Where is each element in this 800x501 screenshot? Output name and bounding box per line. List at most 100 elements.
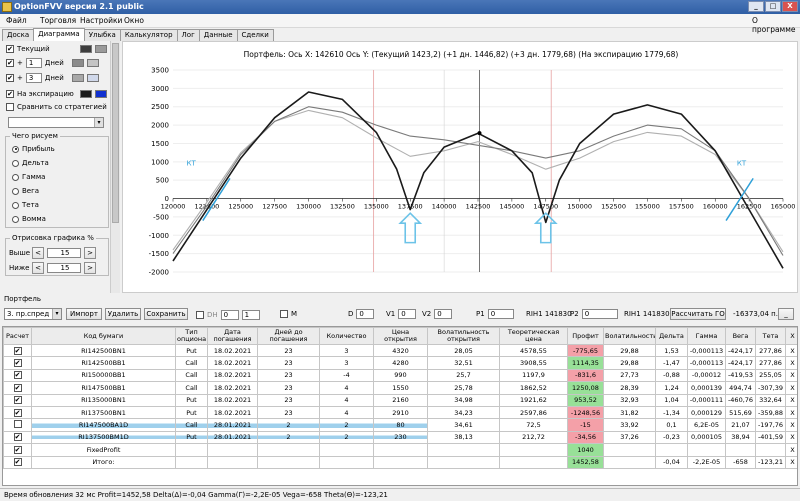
calculate-go-button[interactable]: Рассчитать ГО bbox=[670, 308, 726, 320]
day1-input[interactable]: 1 bbox=[25, 58, 42, 68]
scrollbar-thumb[interactable] bbox=[112, 43, 119, 223]
above-increase-button[interactable]: > bbox=[84, 247, 96, 259]
strategy-dropdown[interactable]: 3. пр.спред ▾ bbox=[4, 308, 62, 320]
menu-about[interactable]: О программе bbox=[752, 16, 800, 34]
radio-gamma-row[interactable]: Гамма bbox=[12, 173, 45, 181]
calc-checkbox-cell[interactable]: ✔ bbox=[3, 356, 32, 370]
table-row[interactable]: RI147500BA1D Call 28.01.2021 2 2 80 34,61 72,5-… bbox=[3, 418, 797, 432]
column-header[interactable]: Тета bbox=[755, 327, 786, 345]
dh-input-a[interactable]: 0 bbox=[220, 310, 239, 320]
day3-color-swatch[interactable] bbox=[71, 74, 84, 82]
above-input[interactable]: 15 bbox=[47, 248, 81, 258]
tab-smile[interactable]: Улыбка bbox=[83, 29, 121, 41]
minimize-button[interactable]: _ bbox=[748, 1, 764, 12]
minimize-panel-button[interactable]: _ bbox=[778, 308, 794, 320]
calc-checkbox[interactable]: ✔ bbox=[13, 445, 22, 454]
column-header[interactable]: Количество bbox=[319, 327, 374, 345]
radio-vega-row[interactable]: Вега bbox=[12, 187, 39, 195]
radio-vomma-row[interactable]: Вомма bbox=[12, 215, 46, 223]
tab-deals[interactable]: Сделки bbox=[236, 29, 274, 41]
below-increase-button[interactable]: > bbox=[84, 262, 96, 274]
column-header[interactable]: Код бумаги bbox=[31, 327, 176, 345]
expiry-color-swatch-2[interactable] bbox=[95, 90, 107, 98]
table-row[interactable]: ✔ RI137500BN1 Put 18.02.2021 23 4 2910 34,23 259… bbox=[3, 405, 797, 420]
p1-input[interactable]: 0 bbox=[487, 309, 514, 319]
table-row[interactable]: ✔ Итого: 1452,58 -0,04 -2,2E-05 -658 -123,21 X bbox=[3, 455, 797, 469]
radio-vega[interactable] bbox=[12, 187, 19, 195]
p2-input[interactable]: 0 bbox=[581, 309, 618, 319]
radio-vomma[interactable] bbox=[12, 215, 19, 223]
calc-checkbox-cell[interactable]: ✔ bbox=[3, 381, 32, 395]
column-header[interactable]: X bbox=[785, 327, 797, 345]
m-checkbox[interactable] bbox=[280, 310, 288, 318]
dh-checkbox[interactable] bbox=[196, 311, 204, 319]
calc-checkbox[interactable]: ✔ bbox=[13, 371, 22, 380]
table-row[interactable]: ✔ RI142500BN1 Put 18.02.2021 23 3 4320 28,05 457… bbox=[3, 343, 797, 358]
below-decrease-button[interactable]: < bbox=[32, 262, 44, 274]
delete-row-button[interactable]: X bbox=[785, 455, 797, 469]
day1-color-swatch[interactable] bbox=[71, 59, 84, 67]
day3-checkbox[interactable]: ✔ bbox=[6, 74, 14, 82]
table-row[interactable]: ✔ FixedProfit 1040 X bbox=[3, 443, 797, 457]
delete-row-button[interactable]: X bbox=[785, 393, 797, 407]
calc-checkbox[interactable] bbox=[13, 420, 22, 429]
day1-checkbox[interactable]: ✔ bbox=[6, 59, 14, 67]
calc-checkbox[interactable]: ✔ bbox=[13, 346, 22, 355]
menu-file[interactable]: Файл bbox=[6, 16, 27, 25]
table-row[interactable]: ✔ RI142500BB1 Call 18.02.2021 23 3 4280 32,51 39… bbox=[3, 356, 797, 370]
compare-checkbox[interactable] bbox=[6, 103, 14, 111]
calc-checkbox[interactable]: ✔ bbox=[13, 458, 22, 467]
calc-checkbox-cell[interactable]: ✔ bbox=[3, 343, 32, 358]
tab-board[interactable]: Доска bbox=[2, 29, 35, 41]
calc-checkbox-cell[interactable]: ✔ bbox=[3, 405, 32, 420]
menu-settings[interactable]: Настройки bbox=[80, 16, 122, 25]
table-row[interactable]: ✔ RI137500BM1D Put 28.01.2021 2 2 230 38,13 212,… bbox=[3, 430, 797, 445]
v2-input[interactable]: 0 bbox=[434, 309, 453, 319]
column-header[interactable]: Тип опциона bbox=[175, 327, 208, 345]
calc-checkbox-cell[interactable]: ✔ bbox=[3, 443, 32, 457]
calc-checkbox[interactable]: ✔ bbox=[13, 408, 22, 417]
delete-row-button[interactable]: X bbox=[785, 405, 797, 420]
calc-checkbox[interactable]: ✔ bbox=[13, 383, 22, 392]
current-color-swatch[interactable] bbox=[80, 45, 92, 53]
tab-log[interactable]: Лог bbox=[176, 29, 200, 41]
delete-row-button[interactable]: X bbox=[785, 381, 797, 395]
radio-profit-row[interactable]: Прибыль bbox=[12, 145, 55, 153]
column-header[interactable]: Цена открытия bbox=[373, 327, 428, 345]
calc-checkbox-cell[interactable]: ✔ bbox=[3, 368, 32, 383]
column-header[interactable]: Волатильность открытия bbox=[427, 327, 500, 345]
import-button[interactable]: Импорт bbox=[66, 308, 102, 320]
table-row[interactable]: ✔ RI150000BB1 Call 18.02.2021 23 -4 990 25,7 119… bbox=[3, 368, 797, 383]
delete-row-button[interactable]: X bbox=[785, 418, 797, 432]
delete-row-button[interactable]: X bbox=[785, 368, 797, 383]
delete-row-button[interactable]: X bbox=[785, 443, 797, 457]
radio-theta-row[interactable]: Тета bbox=[12, 201, 39, 209]
delete-button[interactable]: Удалить bbox=[105, 308, 141, 320]
day1-color-swatch-2[interactable] bbox=[86, 59, 99, 67]
calc-checkbox[interactable]: ✔ bbox=[13, 359, 22, 368]
calc-checkbox[interactable]: ✔ bbox=[13, 396, 22, 405]
calc-checkbox-cell[interactable]: ✔ bbox=[3, 455, 32, 469]
table-row[interactable]: ✔ RI147500BB1 Call 18.02.2021 23 4 1550 25,78 18… bbox=[3, 381, 797, 395]
calc-checkbox[interactable]: ✔ bbox=[13, 433, 22, 442]
radio-gamma[interactable] bbox=[12, 173, 19, 181]
radio-delta-row[interactable]: Дельта bbox=[12, 159, 49, 167]
maximize-button[interactable]: □ bbox=[765, 1, 781, 12]
column-header[interactable]: Гамма bbox=[687, 327, 726, 345]
v1-input[interactable]: 0 bbox=[398, 309, 417, 319]
close-button[interactable]: X bbox=[782, 1, 798, 12]
menu-trade[interactable]: Торговля bbox=[40, 16, 76, 25]
delete-row-button[interactable]: X bbox=[785, 356, 797, 370]
column-header[interactable]: Вега bbox=[725, 327, 756, 345]
column-header[interactable]: Профит bbox=[567, 327, 604, 345]
column-header[interactable]: Расчет bbox=[3, 327, 32, 345]
column-header[interactable]: Дней до погашения bbox=[257, 327, 320, 345]
column-header[interactable]: Волатильность bbox=[603, 327, 656, 345]
delete-row-button[interactable]: X bbox=[785, 343, 797, 358]
column-header[interactable]: Дата погашения bbox=[207, 327, 258, 345]
tab-diagram[interactable]: Диаграмма bbox=[33, 28, 85, 41]
menu-window[interactable]: Окно bbox=[124, 16, 144, 25]
column-header[interactable]: Дельта bbox=[655, 327, 688, 345]
day3-input[interactable]: 3 bbox=[25, 73, 42, 83]
save-button[interactable]: Сохранить bbox=[144, 308, 188, 320]
